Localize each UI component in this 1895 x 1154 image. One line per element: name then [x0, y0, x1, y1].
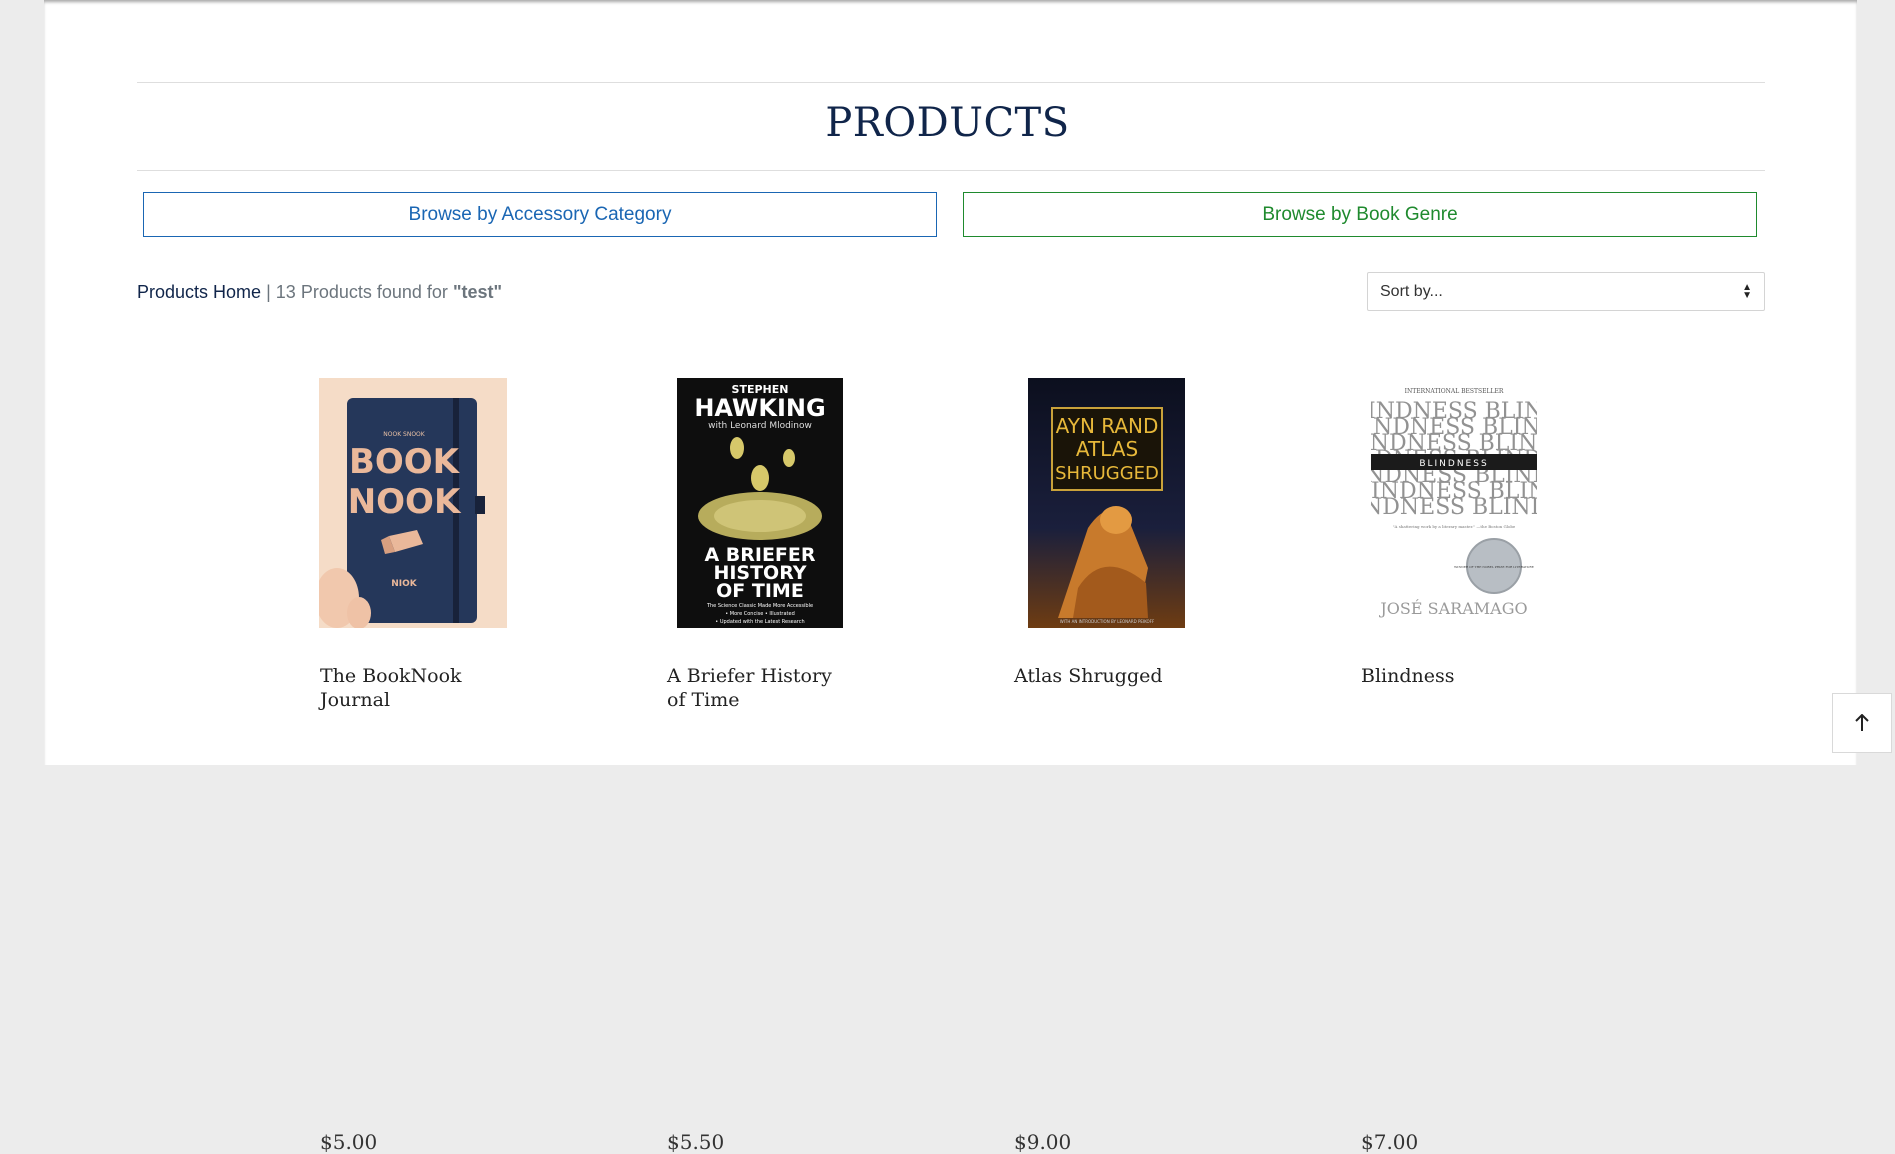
- divider-bottom: [137, 170, 1765, 171]
- briefer-history-cover-image: STEPHEN HAWKING with Leonard Mlodinow A …: [677, 378, 843, 628]
- cover-line: WINNER OF THE NOBEL PRIZE FOR LITERATURE: [1454, 565, 1534, 569]
- cover-line: The Science Classic Made More Accessible: [706, 603, 813, 609]
- cover-line: • Updated with the Latest Research: [715, 619, 804, 625]
- product-image[interactable]: STEPHEN HAWKING with Leonard Mlodinow A …: [677, 378, 843, 628]
- svg-text:NDNESS BLINDNE: NDNESS BLINDNE: [1371, 495, 1537, 520]
- product-name[interactable]: A Briefer History of Time: [667, 664, 847, 712]
- cover-line: OF TIME: [716, 580, 804, 602]
- browse-accessory-button[interactable]: Browse by Accessory Category: [143, 192, 937, 237]
- product-image[interactable]: AYN RAND ATLAS SHRUGGED WITH AN INTRODUC…: [1028, 378, 1185, 628]
- results-count: 13: [275, 282, 296, 302]
- results-summary: Products Home | 13 Products found for "t…: [137, 282, 502, 303]
- browse-genre-label: Browse by Book Genre: [1262, 203, 1458, 225]
- product-image[interactable]: INTERNATIONAL BESTSELLER INDNESS BLINDNE…: [1371, 378, 1537, 628]
- product-price: $9.00: [1014, 1130, 1072, 1154]
- sort-arrows-icon: ▲ ▼: [1742, 281, 1752, 301]
- product-name[interactable]: Blindness: [1361, 664, 1541, 688]
- cover-line: WITH AN INTRODUCTION BY LEONARD PEIKOFF: [1060, 619, 1155, 624]
- product-name[interactable]: Atlas Shrugged: [1014, 664, 1194, 688]
- product-image[interactable]: NOOK SNOOK BOOK NOOK NIOK: [319, 378, 507, 628]
- products-home-link[interactable]: Products Home: [137, 282, 261, 302]
- cover-line: NIOK: [391, 579, 418, 589]
- cover-line: NOOK: [348, 482, 462, 522]
- separator: |: [266, 282, 271, 302]
- cover-line: BOOK: [349, 442, 461, 482]
- cover-line: JOSÉ SARAMAGO: [1378, 598, 1527, 618]
- cover-line: BLINDNESS: [1419, 459, 1488, 469]
- cover-line: INTERNATIONAL BESTSELLER: [1405, 388, 1504, 395]
- cover-line: • More Concise • Illustrated: [725, 611, 795, 617]
- product-price: $5.50: [667, 1130, 725, 1154]
- sort-label: Sort by...: [1380, 282, 1443, 300]
- cover-line: ATLAS: [1076, 437, 1138, 461]
- scroll-top-button[interactable]: [1832, 693, 1892, 753]
- cover-line: HAWKING: [694, 394, 825, 422]
- browse-accessory-label: Browse by Accessory Category: [408, 203, 672, 225]
- atlas-shrugged-cover-image: AYN RAND ATLAS SHRUGGED WITH AN INTRODUC…: [1028, 378, 1185, 628]
- cover-line: AYN RAND: [1056, 414, 1159, 438]
- blindness-cover-image: INTERNATIONAL BESTSELLER INDNESS BLINDNE…: [1371, 378, 1537, 628]
- cover-line: SHRUGGED: [1055, 463, 1159, 484]
- cover-line: "A shattering work by a literary master.…: [1393, 524, 1516, 529]
- cover-line: with Leonard Mlodinow: [708, 421, 812, 431]
- product-price: $5.00: [320, 1130, 378, 1154]
- page-title: PRODUCTS: [825, 100, 1070, 146]
- results-text: Products found for: [300, 282, 448, 302]
- arrow-up-icon: [1855, 714, 1869, 731]
- journal-cover-image: NOOK SNOOK BOOK NOOK NIOK: [319, 378, 507, 628]
- product-name[interactable]: The BookNook Journal: [320, 664, 500, 712]
- sort-select[interactable]: Sort by... ▲ ▼: [1367, 272, 1765, 311]
- search-query: "test": [452, 282, 503, 302]
- svg-text:NOOK SNOOK: NOOK SNOOK: [383, 431, 426, 438]
- product-price: $7.00: [1361, 1130, 1419, 1154]
- browse-genre-button[interactable]: Browse by Book Genre: [963, 192, 1757, 237]
- divider-top: [137, 82, 1765, 83]
